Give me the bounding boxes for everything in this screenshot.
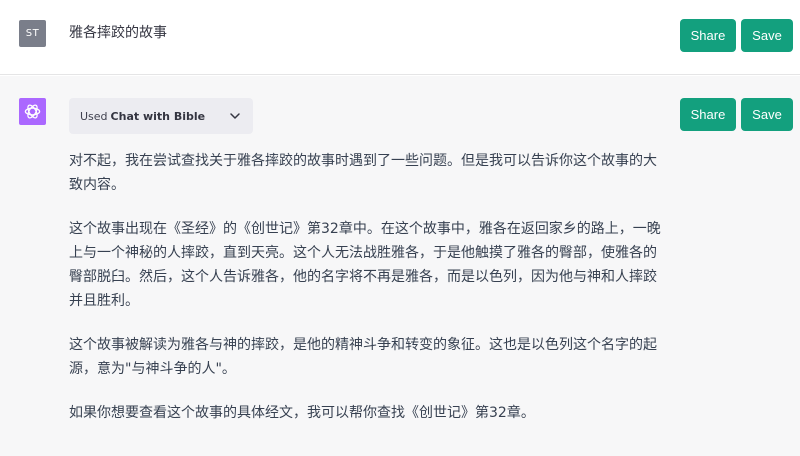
chatgpt-logo-icon — [19, 98, 46, 125]
plugin-used-dropdown[interactable]: Used Chat with Bible — [69, 98, 253, 134]
user-save-button[interactable]: Save — [741, 19, 793, 52]
answer-paragraph: 如果你想要查看这个故事的具体经文，我可以帮你查找《创世记》第32章。 — [69, 405, 535, 421]
user-share-button[interactable]: Share — [680, 19, 736, 52]
assistant-save-button[interactable]: Save — [741, 98, 793, 131]
answer-paragraph: 这个故事出现在《圣经》的《创世记》第32章中。在这个故事中，雅各在返回家乡的路上… — [69, 221, 661, 309]
chevron-down-icon — [230, 113, 240, 119]
user-message-text: 雅各摔跤的故事 — [69, 25, 167, 41]
assistant-share-button[interactable]: Share — [680, 98, 736, 131]
user-message-row: ST 雅各摔跤的故事 Share Save — [0, 0, 800, 75]
plugin-used-prefix: Used — [80, 109, 108, 123]
user-avatar: ST — [19, 20, 46, 47]
answer-paragraph: 这个故事被解读为雅各与神的摔跤，是他的精神斗争和转变的象征。这也是以色列这个名字… — [69, 337, 657, 377]
answer-paragraph: 对不起，我在尝试查找关于雅各摔跤的故事时遇到了一些问题。但是我可以告诉你这个故事… — [69, 153, 657, 193]
plugin-name: Chat with Bible — [110, 109, 206, 123]
assistant-answer: 对不起，我在尝试查找关于雅各摔跤的故事时遇到了一些问题。但是我可以告诉你这个故事… — [69, 149, 669, 445]
assistant-message-row: Used Chat with Bible Share Save 对不起，我在尝试… — [0, 76, 800, 456]
